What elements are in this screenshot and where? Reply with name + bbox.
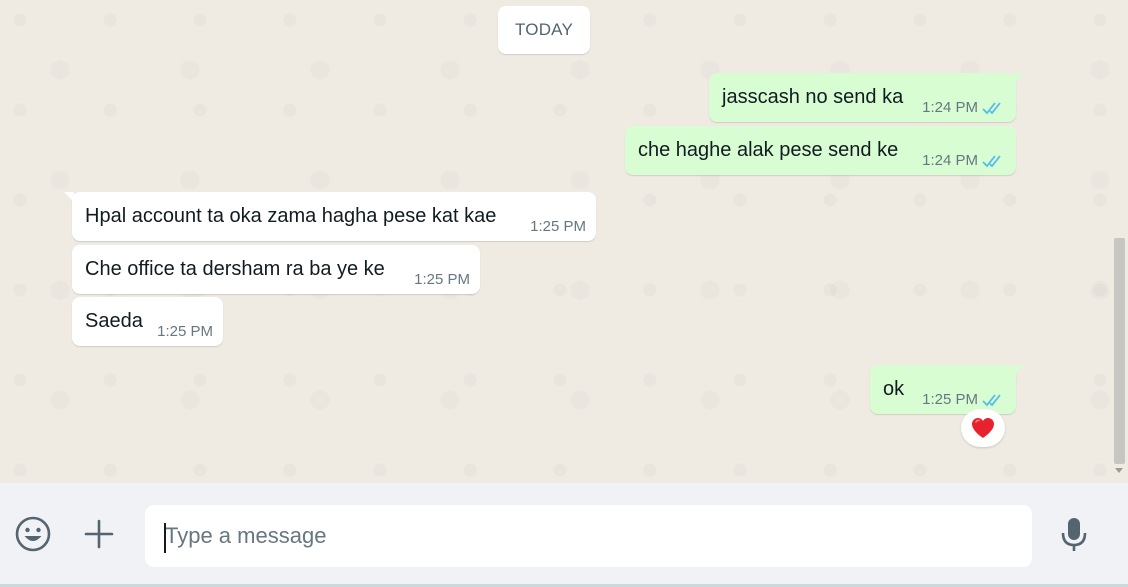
message-time: 1:24 PM bbox=[922, 152, 978, 169]
text-caret bbox=[164, 523, 166, 553]
message-bubble-incoming[interactable]: Hpal account ta oka zama hagha pese kat … bbox=[64, 192, 596, 241]
message-text: Che office ta dersham ra ba ye ke bbox=[85, 258, 385, 280]
chat-scrollbar[interactable] bbox=[1112, 0, 1128, 483]
message-composer bbox=[0, 483, 1128, 587]
double-check-icon bbox=[982, 154, 1001, 167]
message-text: che haghe alak pese send ke bbox=[638, 139, 899, 161]
message-text: Saeda bbox=[85, 310, 143, 332]
message-time: 1:25 PM bbox=[414, 271, 470, 288]
message-text: Hpal account ta oka zama hagha pese kat … bbox=[85, 205, 497, 227]
microphone-icon bbox=[1061, 518, 1087, 551]
message-time: 1:25 PM bbox=[157, 323, 213, 340]
scrollbar-thumb[interactable] bbox=[1114, 238, 1125, 464]
chat-panel: TODAY jasscash no send ka 1:24 PM che ha… bbox=[0, 0, 1112, 483]
date-divider: TODAY bbox=[498, 6, 590, 54]
voice-message-button[interactable] bbox=[1054, 515, 1094, 555]
message-bubble-incoming[interactable]: Che office ta dersham ra ba ye ke 1:25 P… bbox=[72, 245, 480, 294]
message-bubble-outgoing[interactable]: jasscash no send ka 1:24 PM bbox=[709, 73, 1024, 122]
plus-icon bbox=[84, 519, 114, 549]
attach-button[interactable] bbox=[80, 515, 118, 553]
double-check-icon bbox=[982, 101, 1001, 114]
double-check-icon bbox=[982, 393, 1001, 406]
emoji-icon bbox=[15, 516, 51, 552]
message-time: 1:25 PM bbox=[922, 391, 978, 408]
red-heart-icon bbox=[972, 418, 994, 438]
message-time: 1:25 PM bbox=[530, 218, 586, 235]
message-bubble-outgoing[interactable]: ok 1:25 PM bbox=[870, 365, 1024, 414]
message-text: jasscash no send ka bbox=[722, 86, 904, 108]
message-text: ok bbox=[883, 378, 905, 400]
message-time: 1:24 PM bbox=[922, 99, 978, 116]
scroll-down-arrow-icon[interactable] bbox=[1115, 468, 1123, 473]
message-input[interactable] bbox=[145, 505, 1032, 567]
emoji-button[interactable] bbox=[12, 513, 54, 555]
message-bubble-outgoing[interactable]: che haghe alak pese send ke 1:24 PM bbox=[625, 126, 1016, 175]
message-bubble-incoming[interactable]: Saeda 1:25 PM bbox=[72, 297, 223, 346]
reaction-badge[interactable] bbox=[961, 409, 1005, 447]
